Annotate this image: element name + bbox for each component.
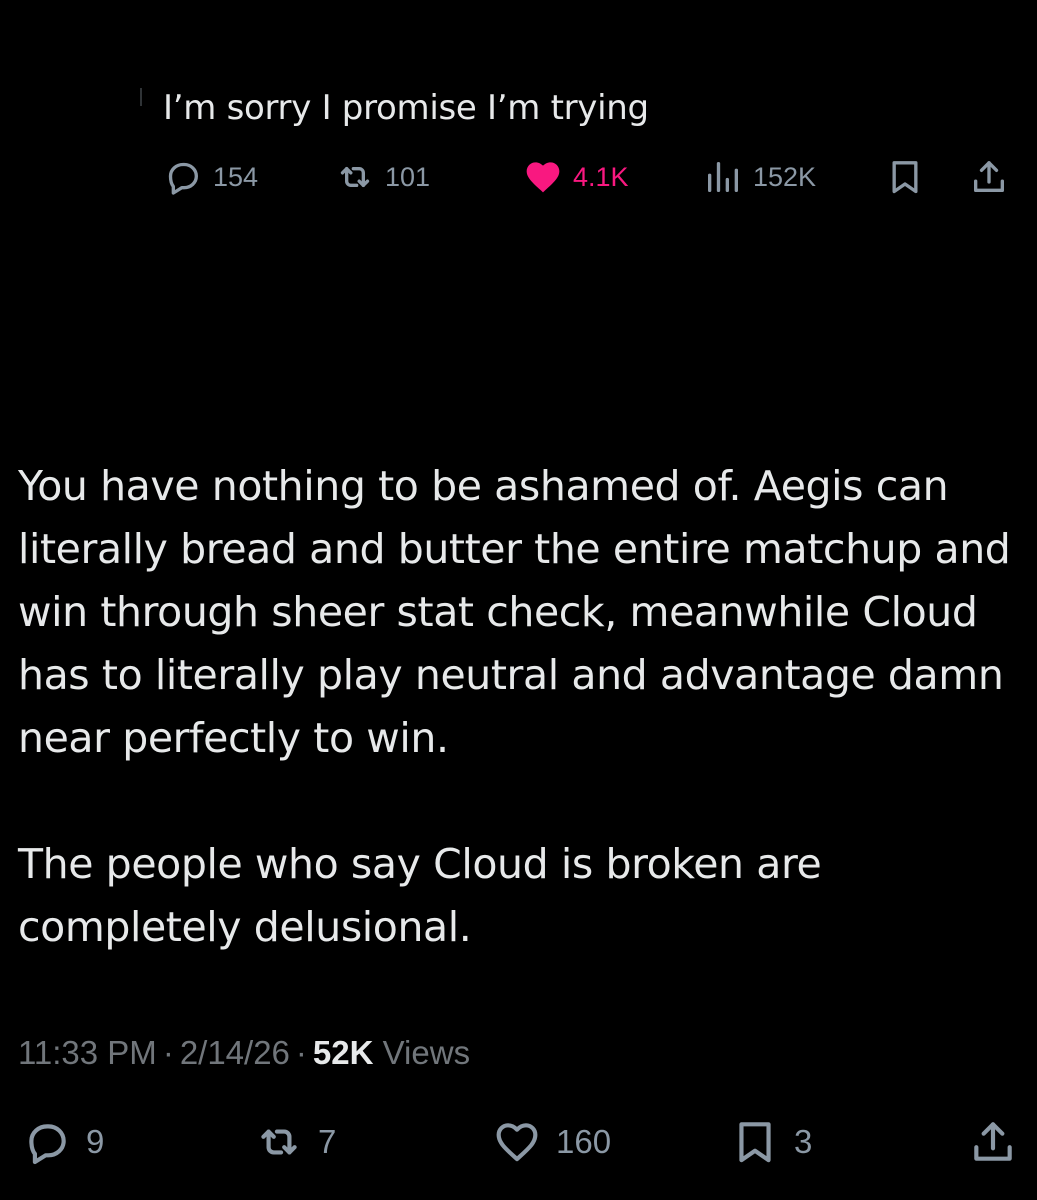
- analytics-icon: [703, 157, 743, 197]
- tweet-date[interactable]: 2/14/26: [180, 1034, 290, 1071]
- share-icon: [968, 1117, 1018, 1167]
- like-count: 160: [556, 1123, 612, 1160]
- thread-connector-line: [140, 88, 142, 106]
- tweet-text: You have nothing to be ashamed of. Aegis…: [18, 455, 1018, 959]
- reply-button[interactable]: 9: [22, 1110, 104, 1174]
- parent-reply-button[interactable]: 154: [163, 150, 258, 204]
- parent-share-button[interactable]: [969, 150, 1009, 204]
- repost-icon: [335, 157, 375, 197]
- bookmark-icon: [730, 1117, 780, 1167]
- parent-repost-count: 101: [385, 161, 431, 192]
- repost-icon: [254, 1117, 304, 1167]
- parent-tweet-text: I’m sorry I promise I’m trying: [163, 88, 649, 128]
- parent-tweet-actions: 154 101 4.1K 152K: [163, 150, 1013, 204]
- tweet-views-count: 52K: [312, 1034, 374, 1071]
- meta-separator: ·: [162, 1034, 174, 1071]
- reply-count: 9: [86, 1123, 105, 1160]
- heart-outline-icon: [492, 1117, 542, 1167]
- tweet-time[interactable]: 11:33 PM: [18, 1034, 157, 1071]
- parent-bookmark-button[interactable]: [885, 150, 925, 204]
- tweet-paragraph: You have nothing to be ashamed of. Aegis…: [18, 462, 1011, 762]
- share-button[interactable]: [968, 1110, 1018, 1174]
- tweet-actions: 9 7 160 3: [18, 1110, 1018, 1174]
- reply-icon: [22, 1117, 72, 1167]
- repost-button[interactable]: 7: [254, 1110, 336, 1174]
- reply-icon: [163, 157, 203, 197]
- tweet-paragraph: The people who say Cloud is broken are c…: [18, 840, 822, 951]
- repost-count: 7: [318, 1123, 337, 1160]
- like-button[interactable]: 160: [492, 1110, 611, 1174]
- heart-filled-icon: [523, 157, 563, 197]
- tweet-views-label: Views: [382, 1034, 471, 1071]
- tweet-metadata: 11:33 PM · 2/14/26 · 52K Views: [18, 1028, 470, 1078]
- parent-like-button[interactable]: 4.1K: [523, 150, 629, 204]
- parent-tweet[interactable]: I’m sorry I promise I’m trying 154 101 4…: [0, 0, 1037, 230]
- parent-reply-count: 154: [213, 161, 259, 192]
- bookmark-button[interactable]: 3: [730, 1110, 812, 1174]
- share-icon: [969, 157, 1009, 197]
- parent-like-count: 4.1K: [573, 161, 629, 192]
- bookmark-icon: [885, 157, 925, 197]
- parent-views-button[interactable]: 152K: [703, 150, 816, 204]
- parent-repost-button[interactable]: 101: [335, 150, 430, 204]
- bookmark-count: 3: [794, 1123, 813, 1160]
- meta-separator: ·: [295, 1034, 307, 1071]
- parent-views-count: 152K: [753, 161, 817, 192]
